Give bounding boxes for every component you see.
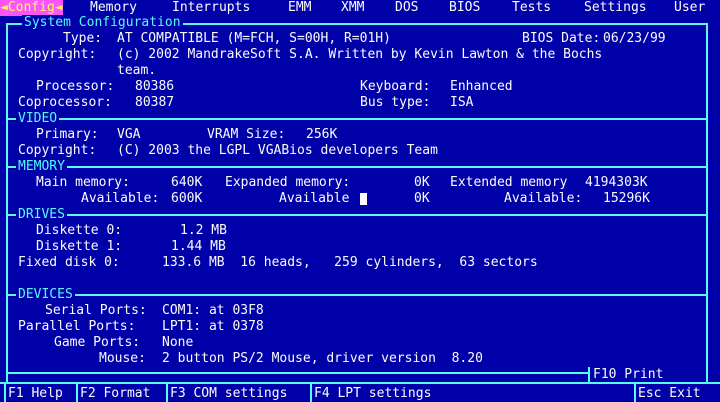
f10-print-button[interactable]: F10 Print [588, 367, 667, 383]
main-memory-label: Main memory: [36, 175, 130, 190]
serial-ports-label: Serial Ports: [45, 303, 147, 318]
bustype-label: Bus type: [360, 95, 431, 110]
function-key-bar: F1 Help F2 Format F3 COM settings F4 LPT… [0, 382, 720, 402]
devices-divider [6, 294, 708, 296]
menu-config-label: Config [7, 0, 55, 15]
devices-section-title: DEVICES [16, 287, 75, 303]
available-label-1: Available: [81, 191, 160, 206]
available-value-1: 600K [171, 191, 203, 206]
vram-value: 256K [306, 127, 338, 142]
fkey-separator [76, 384, 78, 402]
bios-date-value: 06/23/99 [603, 31, 666, 46]
diskette1-label: Diskette 1: [36, 239, 123, 254]
bios-date-label: BIOS Date: [522, 31, 601, 46]
coprocessor-value: 80387 [135, 95, 175, 110]
drives-section-title: DRIVES [16, 207, 67, 223]
text-cursor [360, 191, 367, 207]
expanded-memory-label: Expanded memory: [225, 175, 351, 190]
video-section-title: VIDEO [16, 111, 60, 127]
fkey-separator [310, 384, 312, 402]
fixed-disk-label: Fixed disk 0: [18, 255, 120, 270]
menu-interrupts[interactable]: Interrupts [172, 0, 250, 16]
menu-user[interactable]: User [674, 0, 705, 16]
fixed-disk-value: 133.6 MB 16 heads, 259 cylinders, 63 sec… [162, 255, 538, 270]
copyright-value-line2: team. [117, 63, 157, 78]
diskette0-value: 1.2 MB [180, 223, 227, 238]
type-value: AT COMPATIBLE (M=FCH, S=00H, R=01H) [117, 31, 391, 46]
copyright-label: Copyright: [18, 47, 97, 62]
bottom-frame-line [6, 372, 588, 374]
serial-ports-value: COM1: at 03F8 [162, 303, 264, 318]
video-copyright-value: (C) 2003 the LGPL VGABios developers Tea… [117, 143, 438, 158]
diskette0-label: Diskette 0: [36, 223, 123, 238]
extended-memory-label: Extended memory [450, 175, 568, 190]
available-value-2: 0K [414, 191, 430, 206]
memory-section-title: MEMORY [16, 159, 67, 175]
memory-divider [6, 166, 708, 168]
menu-config[interactable]: ◄Config◄ [0, 0, 63, 16]
keyboard-label: Keyboard: [360, 79, 431, 94]
available-label-2: Available [279, 191, 350, 206]
menu-bar: ◄Config◄ Memory Interrupts EMM XMM DOS B… [0, 0, 720, 16]
video-primary-label: Primary: [36, 127, 99, 142]
menu-bios[interactable]: BIOS [449, 0, 480, 16]
mouse-label: Mouse: [99, 351, 146, 366]
type-label: Type: [63, 31, 103, 46]
coprocessor-label: Coprocessor: [18, 95, 112, 110]
available-value-3: 15296K [603, 191, 650, 206]
keyboard-value: Enhanced [450, 79, 513, 94]
fkey-separator [634, 384, 636, 402]
menu-settings[interactable]: Settings [584, 0, 647, 16]
parallel-ports-value: LPT1: at 0378 [162, 319, 264, 334]
fkey-separator [4, 384, 6, 402]
extended-memory-value: 4194303K [585, 175, 648, 190]
parallel-ports-label: Parallel Ports: [18, 319, 136, 334]
available-label-3: Available: [504, 191, 583, 206]
vram-label: VRAM Size: [207, 127, 286, 142]
expanded-memory-value: 0K [414, 175, 430, 190]
video-divider [6, 118, 708, 120]
main-memory-value: 640K [171, 175, 203, 190]
panel-title: System Configuration [22, 15, 183, 31]
mouse-value: 2 button PS/2 Mouse, driver version 8.20 [162, 351, 483, 366]
menu-memory[interactable]: Memory [90, 0, 137, 16]
drives-divider [6, 214, 708, 216]
processor-label: Processor: [36, 79, 115, 94]
menu-tests[interactable]: Tests [512, 0, 551, 16]
game-ports-label: Game Ports: [54, 335, 141, 350]
bustype-value: ISA [450, 95, 474, 110]
video-copyright-label: Copyright: [18, 143, 97, 158]
video-primary-value: VGA [117, 127, 141, 142]
fkey-separator [166, 384, 168, 402]
processor-value: 80386 [135, 79, 175, 94]
copyright-value: (c) 2002 MandrakeSoft S.A. Written by Ke… [117, 47, 603, 62]
menu-xmm[interactable]: XMM [341, 0, 364, 16]
menu-dos[interactable]: DOS [395, 0, 418, 16]
menu-emm[interactable]: EMM [288, 0, 311, 16]
diskette1-value: 1.44 MB [171, 239, 226, 254]
game-ports-value: None [162, 335, 194, 350]
